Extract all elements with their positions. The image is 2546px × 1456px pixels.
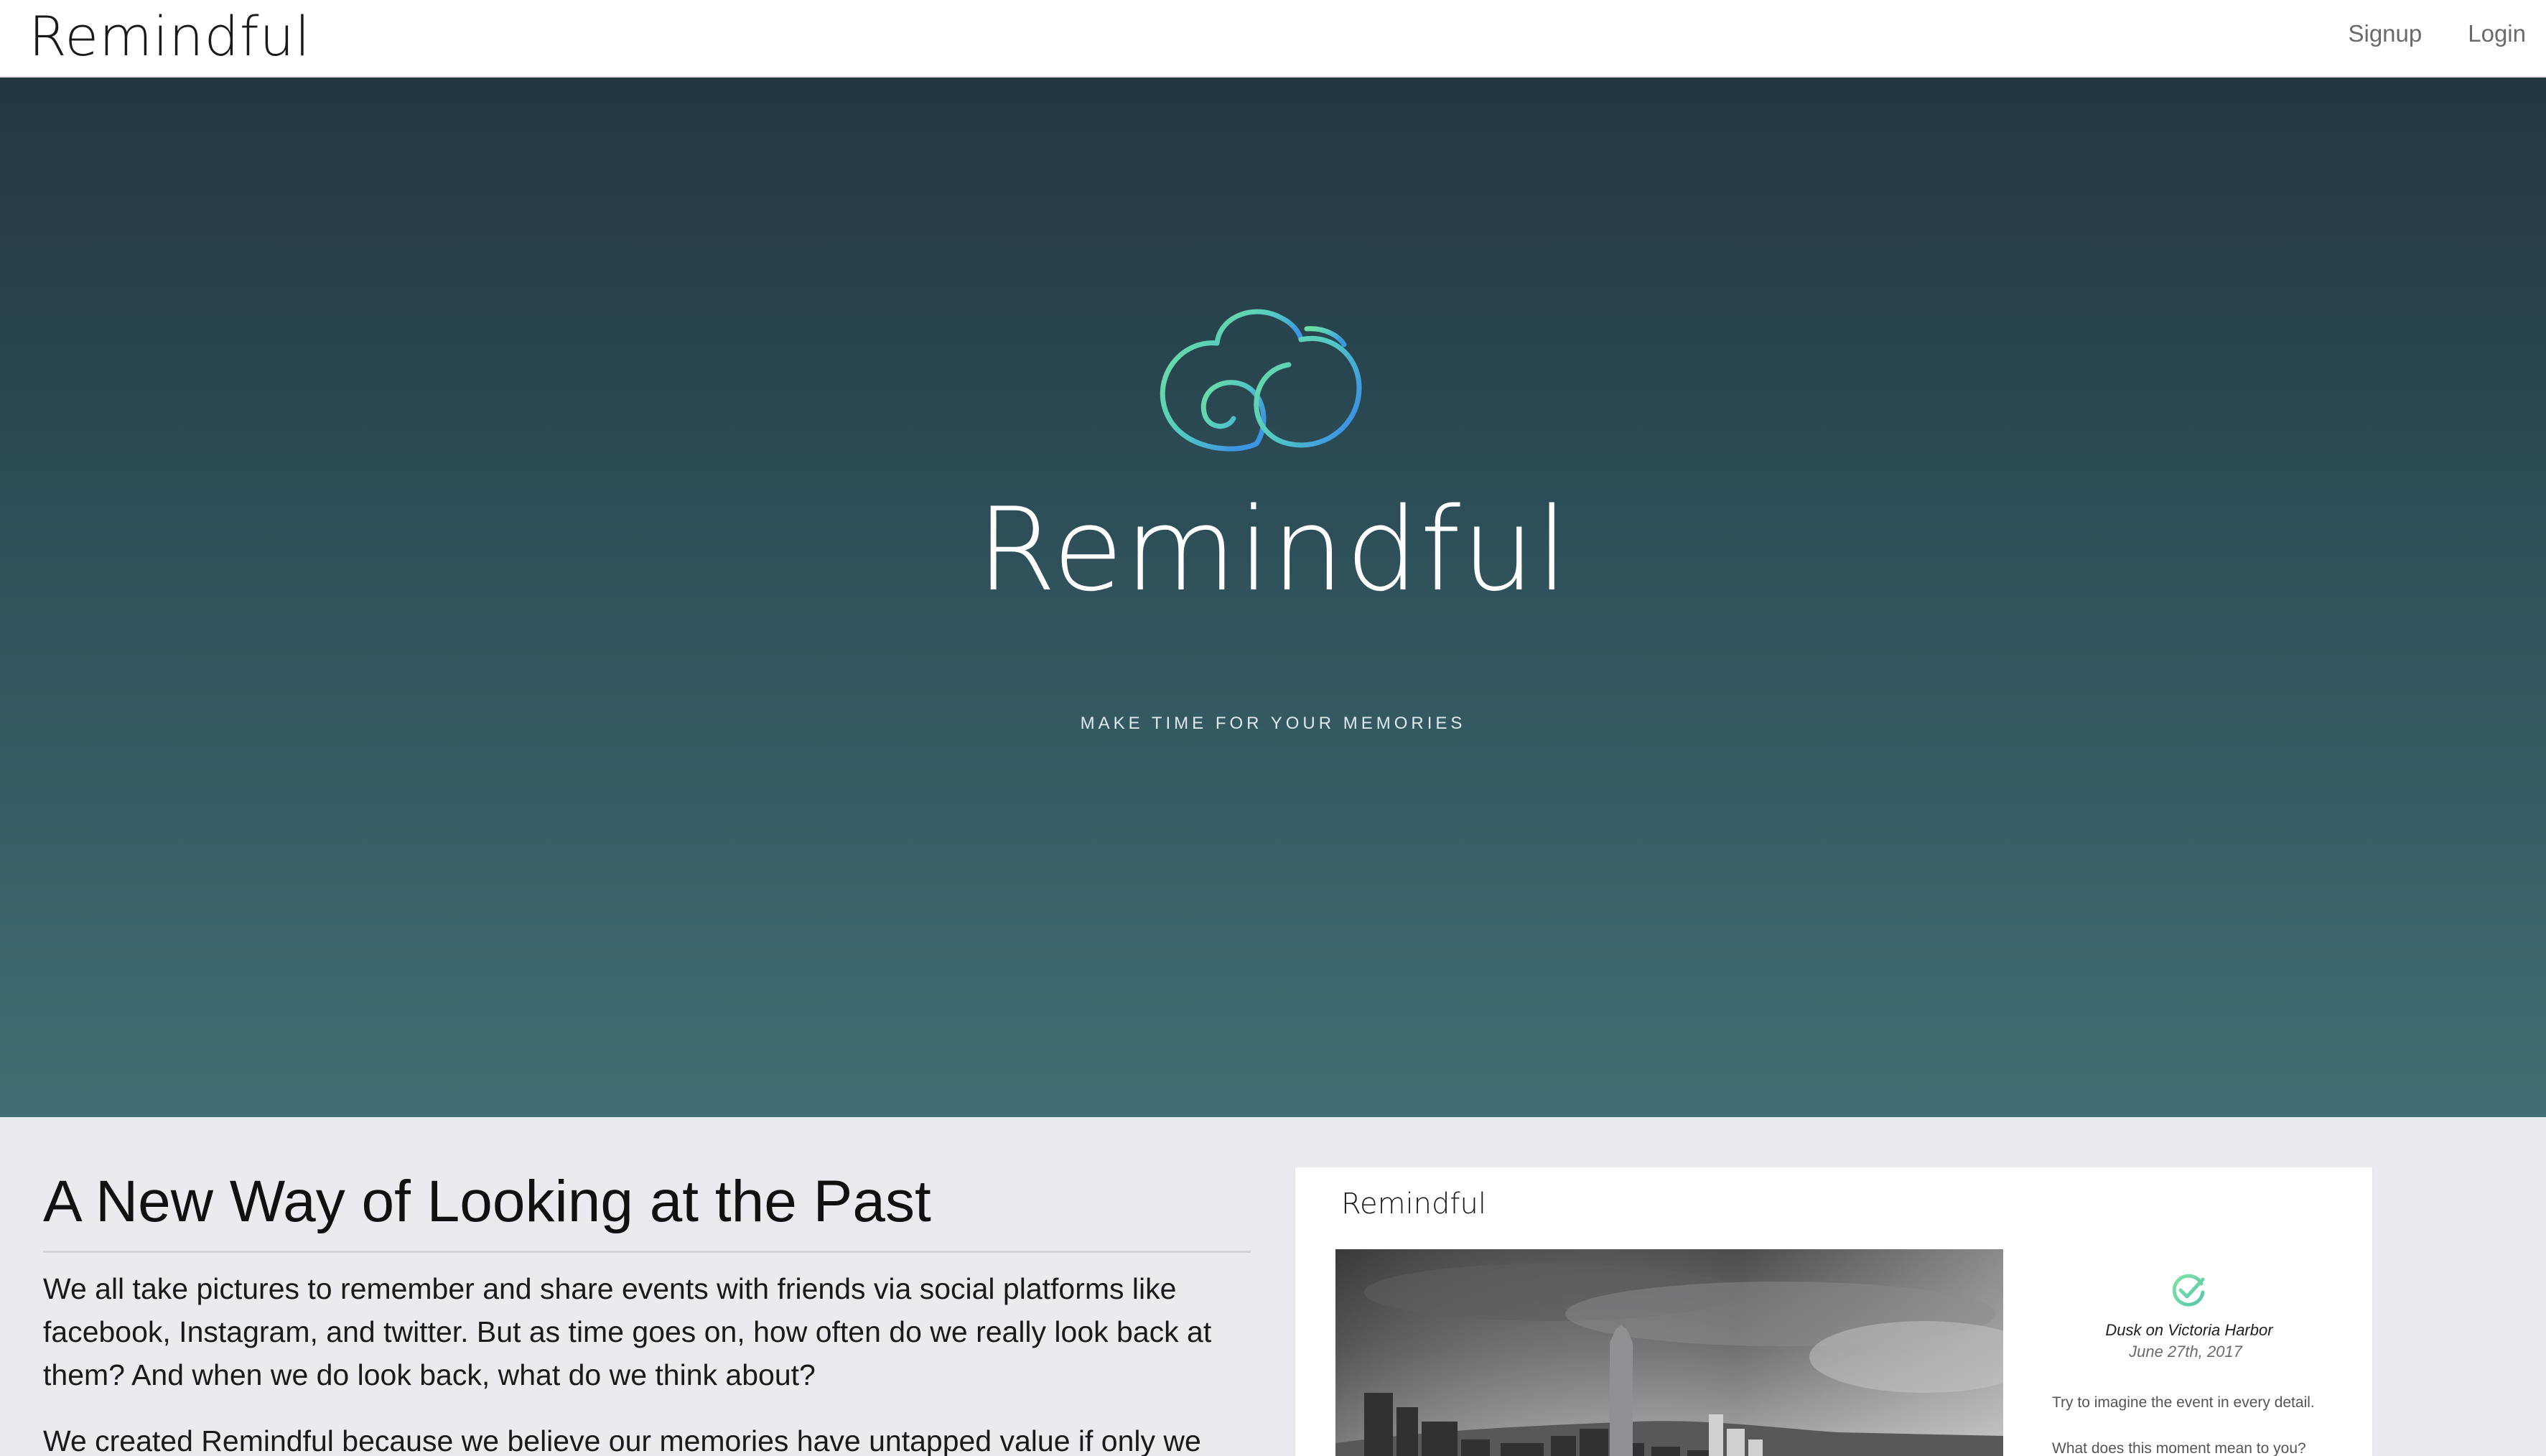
memory-title: Dusk on Victoria Harbor [2105, 1321, 2273, 1339]
memory-date: June 27th, 2017 [2129, 1343, 2242, 1361]
hero-banner: Remindful MAKE TIME FOR YOUR MEMORIES [0, 78, 2546, 1117]
content-section: A New Way of Looking at the Past We all … [0, 1117, 2546, 1456]
harbor-photo [1335, 1249, 2003, 1456]
intro-paragraph: We created Remindful because we believe … [43, 1424, 1201, 1456]
top-navbar: Remindful Signup Login [0, 0, 2546, 78]
memory-prompt: Try to imagine the event in every detail… [2052, 1394, 2315, 1411]
hero-title: Remindful [976, 482, 1570, 617]
city-skyline-image [1335, 1249, 2003, 1456]
intro-heading: A New Way of Looking at the Past [43, 1166, 1251, 1253]
preview-brand: Remindful [1341, 1187, 1486, 1221]
nav-links: Signup Login [2348, 20, 2526, 47]
memory-prompt: What does this moment mean to you? [2052, 1440, 2306, 1456]
memory-detail-panel: Dusk on Victoria Harbor June 27th, 2017 … [2020, 1249, 2358, 1456]
check-circle-icon [2172, 1274, 2205, 1307]
cloud-swirl-logo-icon [1160, 309, 1362, 452]
login-link[interactable]: Login [2468, 20, 2526, 47]
brand-logo-link[interactable]: Remindful [29, 4, 311, 68]
app-preview-card: Remindful Dusk on Victoria Harbor June 2… [1295, 1167, 2372, 1456]
signup-link[interactable]: Signup [2348, 20, 2422, 47]
intro-section: A New Way of Looking at the Past We all … [43, 1166, 1251, 1456]
hero-tagline: MAKE TIME FOR YOUR MEMORIES [1080, 714, 1466, 733]
intro-paragraph: We all take pictures to remember and sha… [43, 1272, 1212, 1391]
